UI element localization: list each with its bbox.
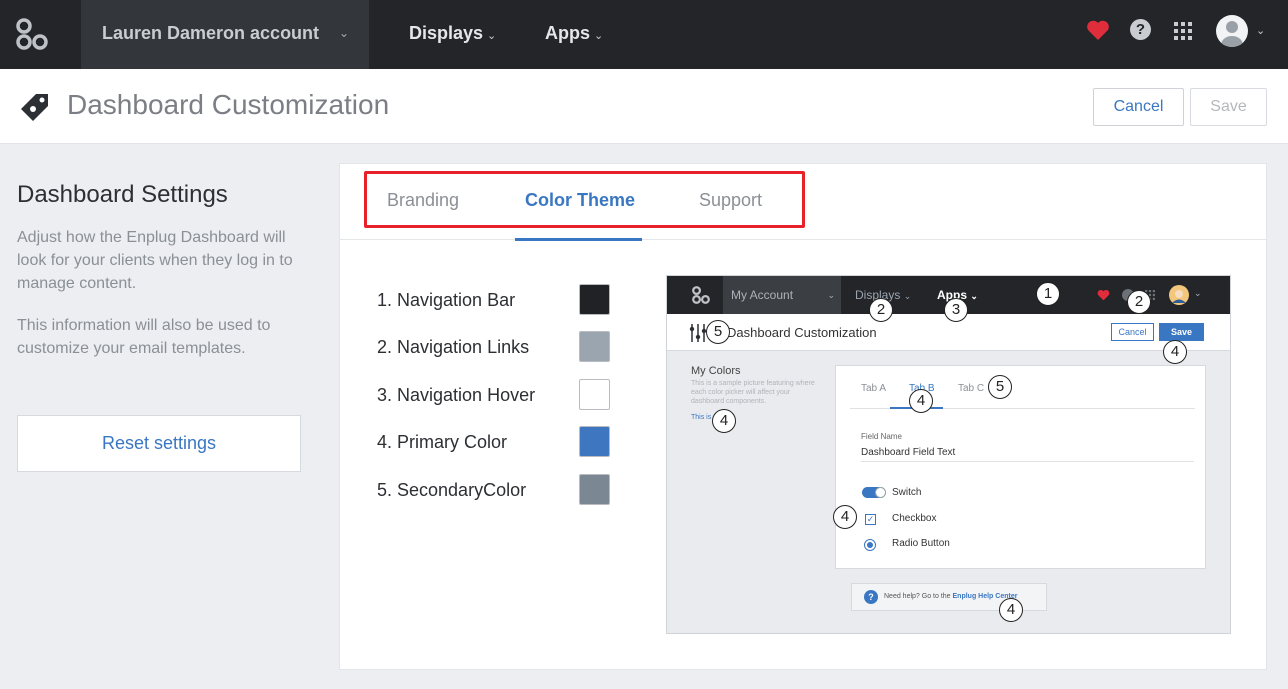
marker-4: 4 [1163,340,1187,364]
chevron-down-icon: ⌄ [338,26,349,40]
page-header: Dashboard Customization Cancel Save [0,69,1288,144]
preview-save-button: Save [1159,323,1204,341]
preview-card: Tab A Tab B Tab C Field Name Dashboard F… [835,365,1206,569]
marker-2: 2 [869,298,893,322]
settings-title: Dashboard Settings [17,181,228,208]
color-label: 4. Primary Color [377,432,508,452]
theme-preview: My Account ⌄ Displays ⌄ Apps ⌄ ⌄ Dashboa… [666,275,1231,634]
color-row-navigation-hover: 3. Navigation Hover [377,379,617,411]
chevron-down-icon: ⌄ [903,291,912,301]
marker-4: 4 [909,389,933,413]
preview-cancel-button: Cancel [1111,323,1154,341]
marker-3: 3 [944,298,968,322]
preview-my-colors: My Colors [691,365,741,377]
color-swatch-primary[interactable] [579,426,610,457]
preview-switch [862,487,886,498]
marker-2: 2 [1127,290,1151,314]
preview-account: My Account ⌄ [723,276,841,314]
enplug-logo-icon [692,286,710,304]
nav-apps[interactable]: Apps ⌄ [545,0,603,66]
chevron-down-icon: ⌄ [970,291,978,301]
preview-radio-label: Radio Button [892,538,950,549]
preview-account-label: My Account [731,288,794,302]
marker-1: 1 [1036,282,1060,306]
settings-card: Branding Color Theme Support 1. Navigati… [339,163,1267,670]
color-label: 5. SecondaryColor [377,480,527,500]
tag-icon [21,94,48,121]
color-swatch-secondary[interactable] [579,474,610,505]
top-nav: Lauren Dameron account ⌄ Displays ⌄ Apps ⌄… [0,0,1288,69]
preview-field-underline [861,461,1194,462]
chevron-down-icon: ⌄ [1194,288,1202,298]
enplug-logo-icon[interactable] [14,16,50,52]
question-icon: ? [864,590,878,604]
preview-switch-label: Switch [892,487,922,498]
reset-settings-button[interactable]: Reset settings [17,415,301,472]
preview-field-name: Field Name [861,432,902,441]
color-label: 2. Navigation Links [377,337,530,357]
avatar[interactable] [1216,15,1248,47]
heart-icon[interactable] [1086,19,1110,41]
preview-field-text: Dashboard Field Text [861,447,956,458]
marker-4: 4 [999,598,1023,622]
tabs-highlight-box [364,171,805,228]
color-swatch-navigation-links[interactable] [579,331,610,362]
marker-5: 5 [988,375,1012,399]
nav-displays-label: Displays [409,23,484,43]
preview-radio [864,539,876,551]
settings-description: Adjust how the Enplug Dashboard will loo… [17,229,293,292]
account-label: Lauren Dameron account [102,23,320,43]
active-tab-indicator [515,238,642,241]
preview-help-text: Need help? Go to the [884,593,953,600]
user-icon [1221,21,1243,47]
color-swatch-navigation-hover[interactable] [579,379,610,410]
chevron-down-icon: ⌄ [487,30,497,42]
chevron-down-icon: ⌄ [827,290,835,300]
nav-apps-label: Apps [545,23,590,43]
color-row-primary: 4. Primary Color [377,426,617,458]
color-row-secondary: 5. SecondaryColor [377,474,617,506]
nav-displays[interactable]: Displays ⌄ [409,0,496,66]
settings-description-email: This information will also be used to cu… [17,317,271,357]
preview-checkbox-icon: ✓ [865,514,876,525]
account-switcher[interactable]: Lauren Dameron account ⌄ [81,0,369,69]
preview-checkbox-label: Checkbox [892,513,937,524]
preview-tab-a: Tab A [861,383,887,394]
apps-grid-icon[interactable] [1174,22,1192,40]
marker-5: 5 [706,320,730,344]
chevron-down-icon: ⌄ [594,30,604,42]
marker-4: 4 [712,409,736,433]
color-label: 3. Navigation Hover [377,385,536,405]
preview-tab-c: Tab C [958,383,985,394]
preview-my-colors-desc: This is a sample picture featuring where… [691,380,815,405]
preview-link: This is [691,414,712,421]
color-row-navigation-bar: 1. Navigation Bar [377,284,617,316]
help-icon[interactable]: ? [1130,19,1151,40]
sliders-icon [689,324,707,342]
user-avatar-icon [1169,285,1189,305]
heart-icon [1097,289,1110,301]
color-swatch-navigation-bar[interactable] [579,284,610,315]
color-row-navigation-links: 2. Navigation Links [377,331,617,363]
tabs-divider [340,239,1266,240]
preview-title: Dashboard Customization [727,325,877,340]
marker-4: 4 [833,505,857,529]
save-button[interactable]: Save [1190,88,1267,126]
chevron-down-icon[interactable]: ⌄ [1256,24,1265,37]
color-label: 1. Navigation Bar [377,290,516,310]
page-title: Dashboard Customization [67,89,390,120]
cancel-button[interactable]: Cancel [1093,88,1184,126]
